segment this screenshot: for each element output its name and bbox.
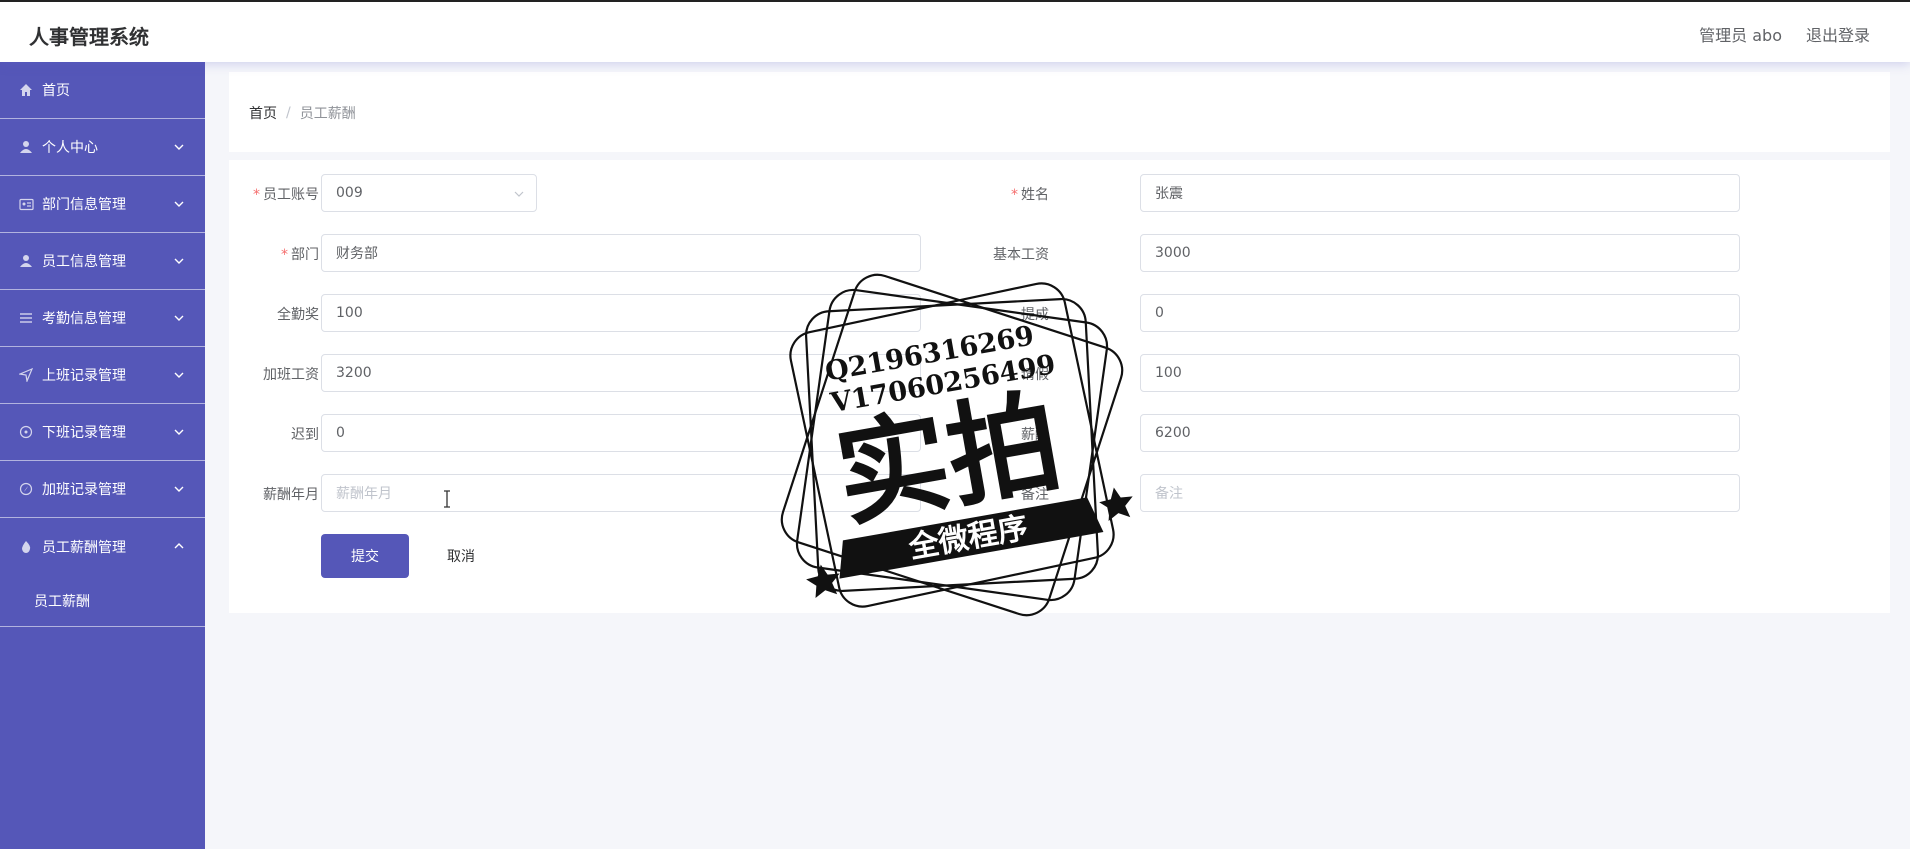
sidebar-subitem-label: 员工薪酬: [34, 593, 90, 610]
cancel-button[interactable]: 取消: [435, 534, 487, 578]
breadcrumb-home-link[interactable]: 首页: [249, 103, 277, 123]
salary-input[interactable]: 6200: [1140, 414, 1740, 452]
target-icon: [18, 424, 34, 440]
department-label: * 部门: [281, 247, 319, 263]
chevron-down-icon: [174, 372, 184, 378]
header-user-area: 管理员 abo 退出登录: [1699, 22, 1870, 46]
base-salary-input[interactable]: 3000: [1140, 234, 1740, 272]
name-input[interactable]: 张震: [1140, 174, 1740, 212]
sidebar-item-employee-info[interactable]: 员工信息管理: [0, 233, 205, 290]
home-icon: [18, 82, 34, 98]
id-card-icon: [18, 196, 34, 212]
sidebar-item-clock-out[interactable]: 下班记录管理: [0, 404, 205, 461]
compass-icon: [18, 481, 34, 497]
commission-input[interactable]: 0: [1140, 294, 1740, 332]
sidebar: 首页 个人中心 部门信息管理 员工信息管理 考勤信息管理 上班记录管理 下班记录…: [0, 62, 205, 849]
list-icon: [18, 310, 34, 326]
chevron-down-icon: [514, 191, 524, 197]
logout-button[interactable]: 退出登录: [1806, 22, 1870, 46]
watermark-stamp: Q2196316269 V17060256499 实拍 全微程序: [780, 273, 1133, 617]
chevron-up-icon: [174, 543, 184, 549]
top-header: 人事管理系统 管理员 abo 退出登录: [0, 0, 1910, 62]
sidebar-item-label: 个人中心: [42, 140, 98, 156]
salary-month-label: 薪酬年月: [263, 487, 319, 503]
attendance-bonus-label: 全勤奖: [277, 307, 319, 323]
sidebar-item-label: 考勤信息管理: [42, 311, 126, 327]
sidebar-item-label: 员工信息管理: [42, 254, 126, 270]
sidebar-item-label: 加班记录管理: [42, 482, 126, 498]
sidebar-item-department[interactable]: 部门信息管理: [0, 176, 205, 233]
sidebar-item-label: 部门信息管理: [42, 197, 126, 213]
chevron-down-icon: [174, 201, 184, 207]
user-icon: [18, 139, 34, 155]
chevron-down-icon: [174, 429, 184, 435]
employee-id-select[interactable]: 009: [321, 174, 537, 212]
breadcrumb-current: 员工薪酬: [299, 106, 356, 122]
sidebar-item-label: 员工薪酬管理: [42, 539, 126, 556]
breadcrumb: 首页 / 员工薪酬: [249, 103, 356, 123]
submit-button[interactable]: 提交: [321, 534, 409, 578]
breadcrumb-card: 首页 / 员工薪酬: [229, 72, 1890, 152]
sidebar-subitem-employee-salary[interactable]: 员工薪酬: [0, 575, 205, 627]
sidebar-item-clock-in[interactable]: 上班记录管理: [0, 347, 205, 404]
late-label: 迟到: [291, 427, 319, 443]
sidebar-item-overtime[interactable]: 加班记录管理: [0, 461, 205, 518]
text-cursor-icon: [444, 490, 450, 508]
overtime-pay-label: 加班工资: [263, 367, 319, 383]
employee-id-label: * 员工账号: [253, 187, 319, 203]
breadcrumb-separator: /: [286, 105, 291, 121]
send-icon: [18, 367, 34, 383]
app-title: 人事管理系统: [29, 25, 149, 49]
leave-input[interactable]: 100: [1140, 354, 1740, 392]
flame-icon: [18, 539, 34, 555]
chevron-down-icon: [174, 258, 184, 264]
chevron-down-icon: [174, 144, 184, 150]
user-icon: [18, 253, 34, 269]
current-user-label[interactable]: 管理员 abo: [1699, 22, 1782, 46]
sidebar-item-label: 首页: [42, 83, 70, 99]
sidebar-item-label: 上班记录管理: [42, 368, 126, 384]
sidebar-item-label: 下班记录管理: [42, 425, 126, 441]
chevron-down-icon: [174, 486, 184, 492]
chevron-down-icon: [174, 315, 184, 321]
sidebar-item-attendance[interactable]: 考勤信息管理: [0, 290, 205, 347]
sidebar-item-salary-management[interactable]: 员工薪酬管理: [0, 518, 205, 575]
name-label: * 姓名: [1011, 187, 1049, 203]
sidebar-item-home[interactable]: 首页: [0, 62, 205, 119]
sidebar-item-personal-center[interactable]: 个人中心: [0, 119, 205, 176]
remark-input[interactable]: 备注: [1140, 474, 1740, 512]
